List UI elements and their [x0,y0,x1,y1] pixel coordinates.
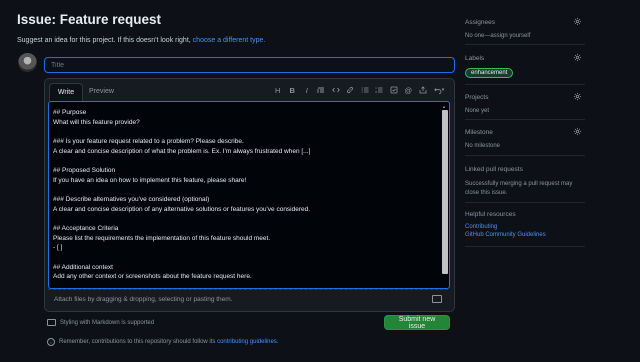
ordered-list-icon[interactable] [372,85,387,95]
issue-body-text[interactable]: ## Purpose What will this feature provid… [53,108,310,282]
projects-heading: Projects [465,94,489,101]
contributing-reminder: i Remember, contributions to this reposi… [47,338,278,346]
label-badge-enhancement[interactable]: enhancement [465,68,514,78]
reminder-text: Remember, contributions to this reposito… [59,339,216,345]
linked-prs-heading: Linked pull requests [465,166,523,173]
sidebar-assignees: Assignees No one—assign yourself [465,17,585,45]
subtitle-text: Suggest an idea for this project. If thi… [17,37,191,44]
submit-new-issue-button[interactable]: Submit new issue [384,315,450,330]
choose-different-type-link[interactable]: choose a different type. [193,37,266,44]
info-icon: i [47,338,55,346]
milestone-heading: Milestone [465,129,493,136]
tab-preview[interactable]: Preview [89,88,114,95]
link-icon[interactable] [343,85,358,95]
markdown-toolbar: H B I @ ▾ [271,85,449,95]
textarea-scrollbar[interactable]: ▲ [442,104,448,286]
attach-files-bar[interactable]: Attach files by dragging & dropping, sel… [48,289,448,308]
page-title: Issue: Feature request [17,12,162,27]
page-subtitle: Suggest an idea for this project. If thi… [17,37,265,44]
markdown-note-text[interactable]: Styling with Markdown is supported [60,320,154,326]
gear-icon[interactable] [573,92,582,101]
gear-icon[interactable] [573,53,582,62]
sidebar-projects: Projects None yet [465,92,585,120]
helpful-heading: Helpful resources [465,211,516,218]
sidebar-milestone: Milestone No milestone [465,127,585,156]
markdown-icon [432,295,442,303]
linked-prs-value: Successfully merging a pull request may … [465,181,573,196]
sidebar-helpful-resources: Helpful resources Contributing GitHub Co… [465,211,585,247]
unordered-list-icon[interactable] [358,85,373,95]
mention-icon[interactable]: @ [401,85,416,95]
comment-editor: Write Preview H B I @ ▾ ## Purpose What … [44,78,455,312]
tab-write[interactable]: Write [49,83,83,101]
projects-value: None yet [465,108,490,114]
italic-icon[interactable]: I [300,85,315,95]
quote-icon[interactable] [314,85,329,95]
gear-icon[interactable] [573,17,582,26]
issue-body-textarea[interactable]: ## Purpose What will this feature provid… [48,101,450,289]
sidebar-labels: Labels enhancement [465,53,585,85]
scroll-up-icon[interactable]: ▲ [442,104,446,109]
sidebar-linked-prs: Linked pull requests Successfully mergin… [465,166,585,203]
cross-reference-icon[interactable] [416,85,431,95]
undo-icon[interactable]: ▾ [430,85,448,95]
reminder-suffix: . [276,339,279,345]
heading-icon[interactable]: H [271,85,286,95]
milestone-value: No milestone [465,143,501,149]
community-guidelines-link[interactable]: GitHub Community Guidelines [465,231,585,239]
assignees-value[interactable]: No one—assign yourself [465,33,585,39]
task-list-icon[interactable] [387,85,402,95]
labels-heading: Labels [465,55,485,62]
title-input[interactable] [44,57,455,73]
scroll-thumb[interactable] [442,110,448,274]
contributing-link[interactable]: Contributing [465,223,585,231]
assignees-heading: Assignees [465,19,495,26]
attach-files-text: Attach files by dragging & dropping, sel… [54,295,233,303]
markdown-note: Styling with Markdown is supported [47,319,154,326]
avatar [18,53,37,72]
gear-icon[interactable] [573,127,582,136]
contributing-guidelines-link[interactable]: contributing guidelines [217,339,277,345]
markdown-icon [47,319,56,326]
code-icon[interactable] [329,85,344,95]
bold-icon[interactable]: B [285,85,300,95]
